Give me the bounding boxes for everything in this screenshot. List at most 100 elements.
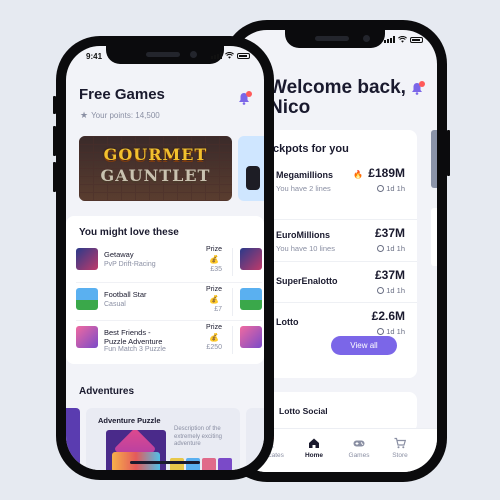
jackpot-name: EuroMillions [276,230,330,240]
next-banner-peek[interactable] [238,136,264,201]
page-title: Free Games [79,86,165,103]
prize-value: £7 [214,306,222,313]
game-row-football-star[interactable]: Football Star Casual Prize 💰 £7 [76,286,228,322]
jackpot-amount: £37M [374,268,405,282]
points-text: Your points: 14,500 [91,111,160,120]
notifications-bell-icon[interactable] [411,81,425,95]
section-title: Adventures [79,386,135,397]
jackpots-title: ckpots for you [273,143,349,155]
adventure-title: Adventure Puzzle [98,416,161,425]
front-phone-frame: 9:41 Free Games ★ Your points: 14,500 GO… [53,36,274,480]
jackpots-card: ckpots for you Megamillions You have 2 l… [267,130,417,378]
adventure-description: Description of the extremely exciting ad… [174,426,223,447]
wifi-icon [225,52,234,59]
tab-home[interactable]: Home [295,437,333,459]
jackpot-amount: £37M [374,226,405,240]
game-genre: PvP Drift-Racing [104,261,156,268]
signal-icon [384,36,395,43]
status-time: 9:41 [86,52,103,61]
signal-icon [211,52,222,59]
money-bag-icon: 💰 [209,255,219,264]
game-genre: Casual [104,301,126,308]
status-icons [211,52,250,59]
hot-fire-icon: 🔥 [353,170,363,179]
jackpot-name: Lotto [276,317,299,327]
prize-value: £250 [206,344,222,351]
notification-badge [419,81,425,87]
game-name: Football Star [104,290,147,299]
tab-label: Home [304,452,324,459]
lotto-social-card[interactable]: Lotto Social [267,392,417,432]
notifications-bell-icon[interactable] [238,91,252,105]
home-indicator [130,461,200,464]
notification-badge [246,91,252,97]
tab-store[interactable]: Store [381,437,419,459]
side-card-peek [431,130,437,188]
money-bag-icon: 💰 [209,295,219,304]
game-name: Getaway [104,250,134,259]
points-balance: ★ Your points: 14,500 [80,110,160,121]
game-thumbnail[interactable] [240,326,262,348]
jackpot-countdown: 1d 1h [377,244,405,253]
adventure-artwork [106,430,166,470]
adventure-card-peek[interactable] [246,408,264,470]
gamepad-icon [353,440,365,447]
game-row-best-friends[interactable]: Best Friends - Puzzle Adventure Fun Matc… [76,324,228,360]
tab-games[interactable]: Games [340,437,378,459]
tab-label: Store [392,452,408,459]
adventure-card-peek[interactable] [66,408,80,470]
adventure-mini-thumb [218,458,232,470]
lotto-social-title: Lotto Social [279,406,328,416]
clock-icon [377,185,385,192]
game-thumbnail [76,288,98,310]
game-row-getaway[interactable]: Getaway PvP Drift-Racing Prize 💰 £35 [76,246,228,282]
jackpot-countdown: 1d 1h [377,286,405,295]
clock-icon [377,287,385,294]
game-genre: Fun Match 3 Puzzle [104,346,166,353]
jackpot-row-euromillions[interactable]: EuroMillions You have 10 lines £37M 1d 1… [267,219,417,259]
jackpot-amount: £189M [368,166,405,180]
featured-game-banner[interactable]: GOURMET GAUNTLET [79,136,232,201]
side-card-peek [431,208,437,266]
adventure-mini-thumb [170,458,184,470]
jackpot-lines: You have 10 lines [276,244,335,253]
banner-title-line1: GOURMET [103,145,208,164]
jackpot-countdown: 1d 1h [377,327,405,336]
jackpot-row-superenalotto[interactable]: SuperEnalotto £37M 1d 1h [267,261,417,301]
recommended-games-card: You might love these Getaway PvP Drift-R… [66,216,264,364]
prize-value: £35 [210,266,222,273]
battery-icon [410,36,423,43]
jackpot-lines: You have 2 lines [276,184,331,193]
notch [285,30,385,48]
adventure-mini-thumb [186,458,200,470]
jackpot-amount: £2.6M [371,309,405,323]
prize-label: Prize [206,246,222,253]
view-all-button[interactable]: View all [331,336,397,355]
money-bag-icon: 💰 [209,333,219,342]
notch [106,46,224,64]
clock-icon [377,328,385,335]
game-thumbnail[interactable] [240,248,262,270]
battery-icon [237,52,250,59]
game-thumbnail[interactable] [240,288,262,310]
jackpot-row-megamillions[interactable]: Megamillions You have 2 lines 🔥 £189M 1d… [267,160,417,200]
wifi-icon [398,36,407,43]
jackpot-name: Megamillions [276,170,334,180]
banner-title-line2: GAUNTLET [100,166,211,185]
welcome-heading: Welcome back, Nico [269,77,406,118]
clock-icon [377,245,385,252]
prize-label: Prize [206,286,222,293]
section-title: You might love these [79,227,179,238]
game-thumbnail [76,248,98,270]
game-thumbnail [76,326,98,348]
tab-label: Games [348,452,370,459]
adventure-mini-thumb [202,458,216,470]
star-icon: ★ [80,110,89,120]
front-phone-screen: 9:41 Free Games ★ Your points: 14,500 GO… [66,46,264,470]
jackpot-name: SuperEnalotto [276,276,338,286]
status-icons [384,36,423,43]
home-icon [309,438,319,448]
cart-icon [394,437,406,449]
prize-label: Prize [206,324,222,331]
game-name: Best Friends - Puzzle Adventure [104,328,163,346]
